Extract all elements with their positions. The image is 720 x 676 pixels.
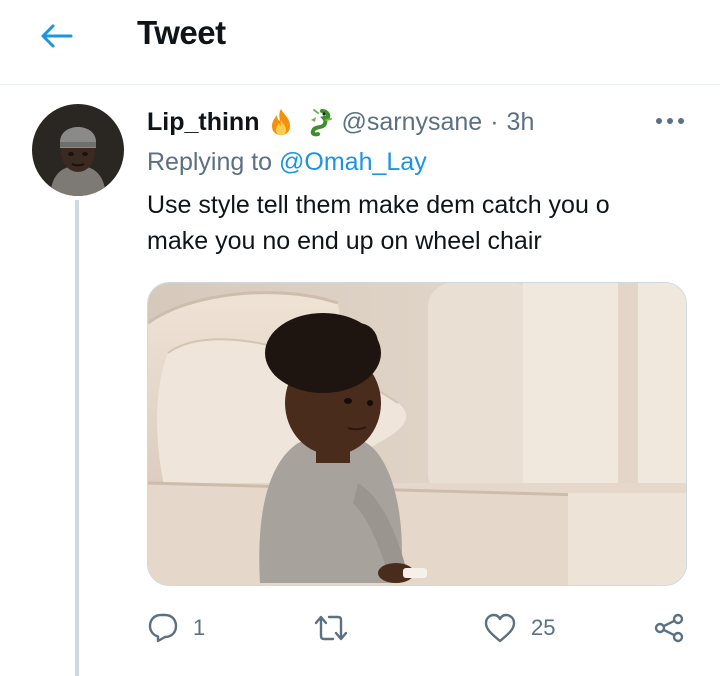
share-icon xyxy=(654,613,684,643)
share-button[interactable] xyxy=(652,605,686,651)
replying-to: Replying to @Omah_Lay xyxy=(147,148,427,177)
top-bar: Tweet xyxy=(0,0,720,85)
replying-prefix: Replying to xyxy=(147,148,280,176)
reply-button[interactable]: 1 xyxy=(147,605,205,651)
retweet-icon xyxy=(314,615,348,641)
dragon-emoji-icon xyxy=(303,107,335,137)
thread-line xyxy=(75,200,79,676)
like-icon xyxy=(484,613,516,643)
back-button[interactable] xyxy=(36,18,76,54)
page-title: Tweet xyxy=(137,14,226,51)
like-button[interactable]: 25 xyxy=(483,605,555,651)
tweet-media-photo[interactable] xyxy=(147,282,687,586)
more-icon xyxy=(656,118,684,124)
author-name[interactable]: Lip_thinn xyxy=(147,108,259,137)
reply-icon xyxy=(148,613,178,643)
author-handle[interactable]: @sarnysane xyxy=(341,108,482,137)
more-button[interactable] xyxy=(652,106,688,136)
tweet-text-line: make you no end up on wheel chair xyxy=(147,227,542,255)
back-arrow-icon xyxy=(41,24,73,48)
tweet-text: Use style tell them make dem catch you o… xyxy=(147,187,687,259)
tweet-meta: Lip_thinn @sarnysane · 3h xyxy=(147,107,534,137)
fire-emoji-icon xyxy=(265,107,297,137)
tweet-time[interactable]: 3h xyxy=(507,108,535,137)
reply-count: 1 xyxy=(193,615,206,640)
tweet-actions: 1 25 xyxy=(147,605,687,651)
meta-separator: · xyxy=(490,107,499,136)
avatar[interactable] xyxy=(32,104,124,196)
retweet-button[interactable] xyxy=(313,605,363,651)
replying-mention-link[interactable]: @Omah_Lay xyxy=(279,148,427,176)
tweet-text-line: Use style tell them make dem catch you o xyxy=(147,191,610,219)
like-count: 25 xyxy=(531,615,556,640)
